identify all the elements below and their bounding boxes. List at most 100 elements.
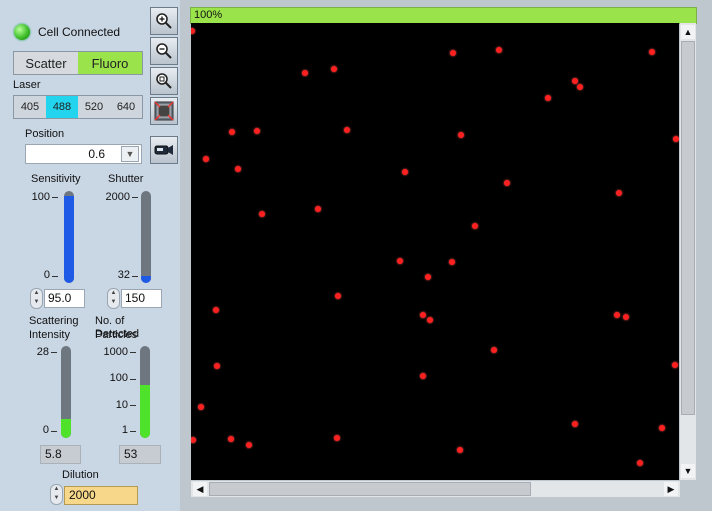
particle-dot (191, 28, 195, 34)
shutter-label: Shutter (108, 173, 144, 185)
sensitivity-spinner[interactable]: ▲ ▼ (30, 288, 43, 309)
detected-tick-10: 10 (115, 399, 128, 411)
tick-line (52, 276, 58, 277)
particle-dot (334, 435, 340, 441)
particle-dot (614, 312, 620, 318)
particle-dot (577, 84, 583, 90)
particle-dot (472, 223, 478, 229)
particle-dot (649, 49, 655, 55)
chevron-down-icon[interactable]: ▼ (121, 146, 139, 162)
tab-scatter[interactable]: Scatter (14, 52, 78, 74)
particle-dot (491, 347, 497, 353)
detected-particles-label-2: Particles (95, 329, 138, 341)
laser-option-520[interactable]: 520 (78, 96, 110, 118)
tick-line (130, 405, 136, 406)
acquisition-progress-bar: 100% (190, 7, 697, 24)
scroll-down-icon[interactable]: ▼ (681, 464, 695, 478)
particle-dot (616, 190, 622, 196)
tick-line (51, 431, 57, 432)
particle-dot (623, 314, 629, 320)
fit-window-button[interactable] (150, 97, 178, 125)
zoom-fit-button[interactable] (150, 67, 178, 95)
detected-tick-1000: 1000 (103, 346, 128, 358)
sensitivity-slider[interactable] (64, 191, 74, 283)
scattering-tick-min: 0 (42, 424, 49, 436)
horizontal-scroll-thumb[interactable] (209, 482, 531, 496)
particle-dot (302, 70, 308, 76)
tick-line (130, 379, 136, 380)
vertical-scroll-thumb[interactable] (681, 41, 695, 415)
dilution-input[interactable]: 2000 (64, 486, 138, 505)
laser-option-405[interactable]: 405 (14, 96, 46, 118)
shutter-tick-max: 2000 (105, 191, 130, 203)
laser-option-488[interactable]: 488 (46, 96, 78, 118)
particle-dot (449, 259, 455, 265)
particle-dot (673, 136, 679, 142)
particle-dot (659, 425, 665, 431)
zoom-out-icon (156, 43, 172, 59)
shutter-slider[interactable] (141, 191, 151, 283)
scroll-left-icon[interactable]: ◀ (193, 482, 207, 496)
zoom-out-button[interactable] (150, 37, 178, 65)
connection-status-led (14, 24, 30, 40)
particle-dot (637, 460, 643, 466)
particle-dot (420, 312, 426, 318)
sensitivity-slider-fill (64, 196, 74, 283)
scroll-right-icon[interactable]: ▶ (664, 482, 678, 496)
control-panel: Cell Connected Scatter Fluoro Laser 405 … (0, 0, 162, 511)
sensitivity-input[interactable]: 95.0 (44, 289, 85, 308)
mode-selector: Scatter Fluoro (13, 51, 143, 75)
zoom-in-icon (156, 13, 172, 29)
scattering-tick-max: 28 (36, 346, 49, 358)
position-dropdown[interactable]: 0.6 ▼ (25, 144, 142, 164)
particle-dot (672, 362, 678, 368)
position-value: 0.6 (88, 147, 105, 161)
particle-image[interactable] (191, 23, 679, 480)
scattering-intensity-label-1: Scattering (29, 315, 79, 327)
particle-dot (545, 95, 551, 101)
particle-dot (315, 206, 321, 212)
shutter-spinner[interactable]: ▲ ▼ (107, 288, 120, 309)
particle-dot (235, 166, 241, 172)
tick-line (51, 352, 57, 353)
zoom-in-button[interactable] (150, 7, 178, 35)
vertical-scrollbar[interactable]: ▲ ▼ (680, 23, 696, 480)
tick-line (132, 197, 138, 198)
shutter-input[interactable]: 150 (121, 289, 162, 308)
particle-dot (420, 373, 426, 379)
particle-dot (450, 50, 456, 56)
detected-particles-readout: 53 (119, 445, 161, 464)
dilution-label: Dilution (62, 469, 99, 481)
particle-dot (344, 127, 350, 133)
particle-dot (331, 66, 337, 72)
shutter-slider-fill (141, 276, 151, 283)
scattering-intensity-meter (61, 346, 71, 438)
scroll-up-icon[interactable]: ▲ (681, 25, 695, 39)
horizontal-scrollbar[interactable]: ◀ ▶ (191, 481, 680, 497)
sensitivity-label: Sensitivity (31, 173, 81, 185)
particle-dot (457, 447, 463, 453)
particle-dot (191, 437, 196, 443)
laser-label: Laser (13, 79, 41, 91)
snapshot-button[interactable] (150, 136, 178, 164)
tick-line (130, 431, 136, 432)
particle-dot (458, 132, 464, 138)
particle-dot (504, 180, 510, 186)
tab-fluoro[interactable]: Fluoro (78, 52, 142, 74)
position-label: Position (25, 128, 65, 140)
fit-window-icon (154, 101, 174, 121)
particle-dot (213, 307, 219, 313)
tick-line (130, 352, 136, 353)
laser-option-640[interactable]: 640 (110, 96, 142, 118)
particle-dot (427, 317, 433, 323)
zoom-fit-icon (156, 73, 172, 89)
particle-dot (572, 78, 578, 84)
particle-dot (335, 293, 341, 299)
laser-selector: 405 488 520 640 (13, 95, 143, 119)
detected-particles-meter (140, 346, 150, 438)
sensitivity-tick-min: 0 (43, 269, 50, 281)
particle-dot (572, 421, 578, 427)
particle-dot (214, 363, 220, 369)
dilution-spinner[interactable]: ▲ ▼ (50, 484, 63, 505)
particle-dot (254, 128, 260, 134)
